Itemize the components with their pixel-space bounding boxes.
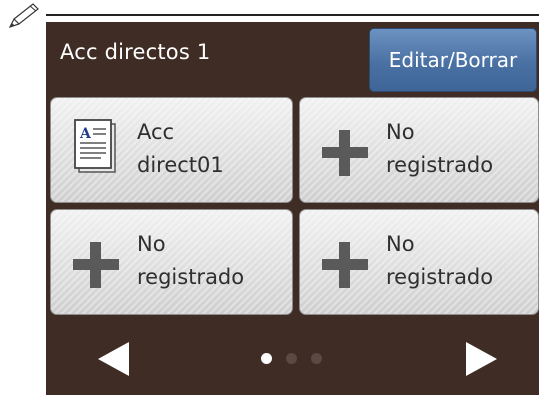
shortcut-tile-3[interactable]: No registrado bbox=[50, 209, 293, 315]
document-icon: A bbox=[74, 119, 116, 173]
shortcut-label: Acc direct01 bbox=[137, 116, 224, 182]
shortcut-label: No registrado bbox=[386, 116, 493, 182]
shortcut-tile-1[interactable]: A Acc direct01 bbox=[50, 97, 293, 203]
shortcut-label: No registrado bbox=[137, 228, 244, 294]
page-indicator bbox=[261, 353, 322, 364]
shortcut-tile-2[interactable]: No registrado bbox=[299, 97, 539, 203]
shortcut-label-line2: registrado bbox=[386, 265, 494, 289]
plus-icon bbox=[322, 242, 368, 288]
top-rule bbox=[46, 14, 539, 16]
shortcut-label-line1: Acc bbox=[137, 120, 175, 144]
pencil-icon bbox=[8, 3, 39, 29]
shortcut-label-line1: No bbox=[386, 232, 415, 256]
shortcut-label-line2: direct01 bbox=[137, 153, 224, 177]
shortcut-label-line2: registrado bbox=[386, 153, 494, 177]
svg-text:A: A bbox=[79, 126, 92, 142]
previous-page-arrow-icon[interactable] bbox=[98, 342, 129, 376]
plus-icon bbox=[322, 130, 368, 176]
page-dot-3 bbox=[311, 353, 322, 364]
page-dot-1 bbox=[261, 353, 272, 364]
page-dot-2 bbox=[286, 353, 297, 364]
shortcut-label-line2: registrado bbox=[137, 265, 245, 289]
shortcut-label-line1: No bbox=[386, 120, 415, 144]
edit-delete-button[interactable]: Editar/Borrar bbox=[369, 28, 537, 92]
screen-title: Acc directos 1 bbox=[60, 40, 211, 64]
next-page-arrow-icon[interactable] bbox=[466, 342, 497, 376]
plus-icon bbox=[73, 242, 119, 288]
shortcut-label: No registrado bbox=[386, 228, 493, 294]
touchscreen-panel: Acc directos 1 Editar/Borrar A Acc direc… bbox=[46, 22, 539, 395]
shortcut-label-line1: No bbox=[137, 232, 166, 256]
shortcut-tile-4[interactable]: No registrado bbox=[299, 209, 539, 315]
